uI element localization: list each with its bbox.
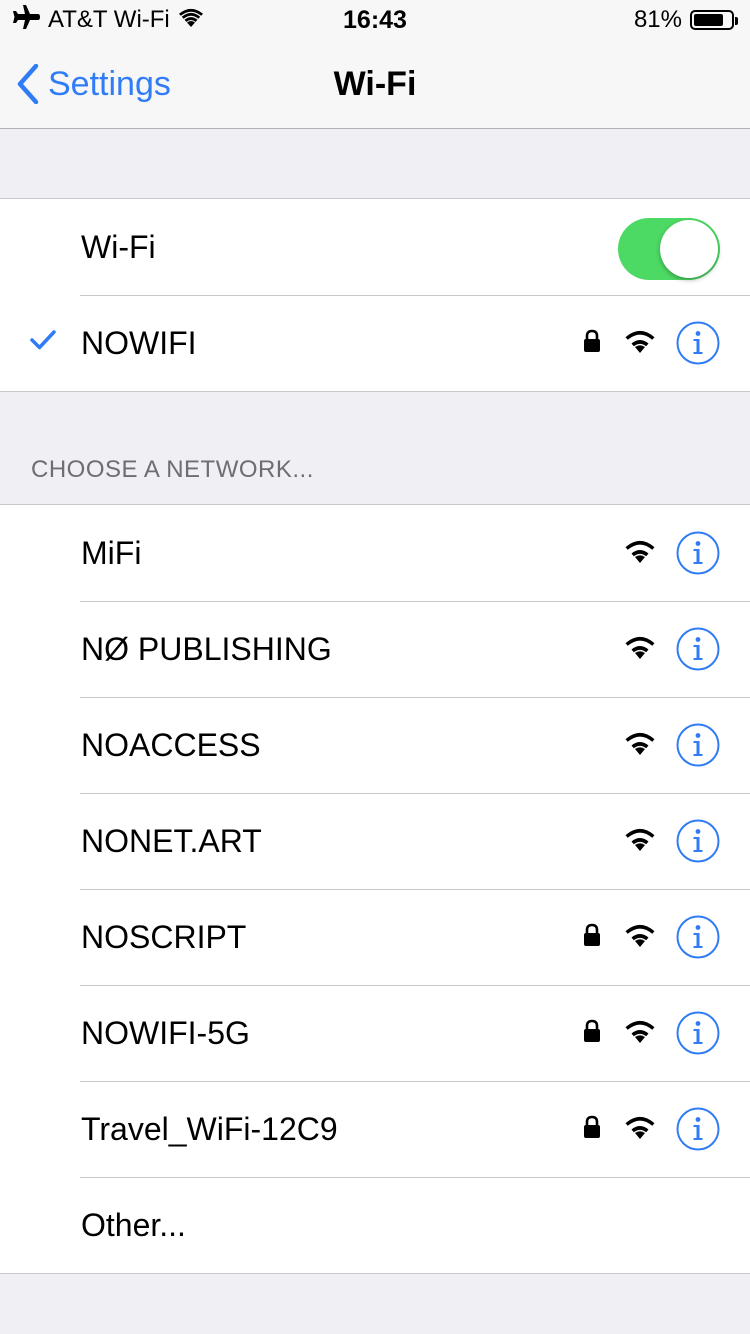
status-right: 81%: [633, 6, 738, 34]
network-row[interactable]: NOSCRIPT: [0, 889, 750, 985]
info-icon[interactable]: [676, 915, 720, 959]
wifi-signal-icon: [625, 924, 655, 947]
network-name: NØ PUBLISHING: [81, 631, 332, 667]
connected-network-row[interactable]: NOWIFI: [0, 295, 750, 391]
network-row[interactable]: NØ PUBLISHING: [0, 601, 750, 697]
status-bar: AT&T Wi-Fi 16:43 81%: [0, 0, 750, 40]
wifi-toggle[interactable]: [618, 218, 720, 280]
network-row[interactable]: Travel_WiFi-12C9: [0, 1081, 750, 1177]
networks-group: MiFi NØ PUBLISHING NOACCESS NONET.ART NO…: [0, 504, 750, 1274]
wifi-toggle-row: Wi-Fi: [0, 199, 750, 295]
wifi-signal-icon: [625, 330, 655, 353]
network-name: NOSCRIPT: [81, 919, 247, 955]
navigation-bar: Settings Wi-Fi: [0, 40, 750, 129]
info-icon[interactable]: [676, 321, 720, 365]
wifi-signal-icon: [625, 732, 655, 755]
network-name: NOWIFI-5G: [81, 1015, 250, 1051]
section-header: CHOOSE A NETWORK...: [31, 456, 314, 483]
lock-icon: [584, 329, 600, 352]
battery-fill: [694, 14, 724, 26]
network-row[interactable]: NONET.ART: [0, 793, 750, 889]
network-name: Travel_WiFi-12C9: [81, 1111, 338, 1147]
connected-network-name: NOWIFI: [81, 325, 197, 361]
battery-icon: [690, 10, 738, 30]
wifi-signal-icon: [625, 828, 655, 851]
lock-icon: [584, 923, 600, 946]
battery-cap: [735, 17, 738, 25]
network-name: MiFi: [81, 535, 142, 571]
lock-icon: [584, 1019, 600, 1042]
wifi-signal-icon: [625, 636, 655, 659]
network-name: NOACCESS: [81, 727, 261, 763]
wifi-toggle-label: Wi-Fi: [81, 229, 156, 265]
info-icon[interactable]: [676, 1107, 720, 1151]
battery-percent: 81%: [633, 6, 682, 33]
wifi-group: Wi-Fi NOWIFI: [0, 198, 750, 392]
wifi-signal-icon: [625, 540, 655, 563]
checkmark-icon: [30, 330, 56, 350]
toggle-knob: [660, 220, 718, 278]
network-name: NONET.ART: [81, 823, 262, 859]
info-icon[interactable]: [676, 531, 720, 575]
wifi-signal-icon: [625, 1116, 655, 1139]
other-network-row[interactable]: Other...: [0, 1177, 750, 1273]
lock-icon: [584, 1115, 600, 1138]
info-icon[interactable]: [676, 1011, 720, 1055]
info-icon[interactable]: [676, 723, 720, 767]
info-icon[interactable]: [676, 627, 720, 671]
other-network-label: Other...: [81, 1207, 186, 1243]
network-row[interactable]: NOWIFI-5G: [0, 985, 750, 1081]
network-row[interactable]: MiFi: [0, 505, 750, 601]
info-icon[interactable]: [676, 819, 720, 863]
page-title: Wi-Fi: [333, 65, 417, 103]
network-row[interactable]: NOACCESS: [0, 697, 750, 793]
wifi-signal-icon: [625, 1020, 655, 1043]
